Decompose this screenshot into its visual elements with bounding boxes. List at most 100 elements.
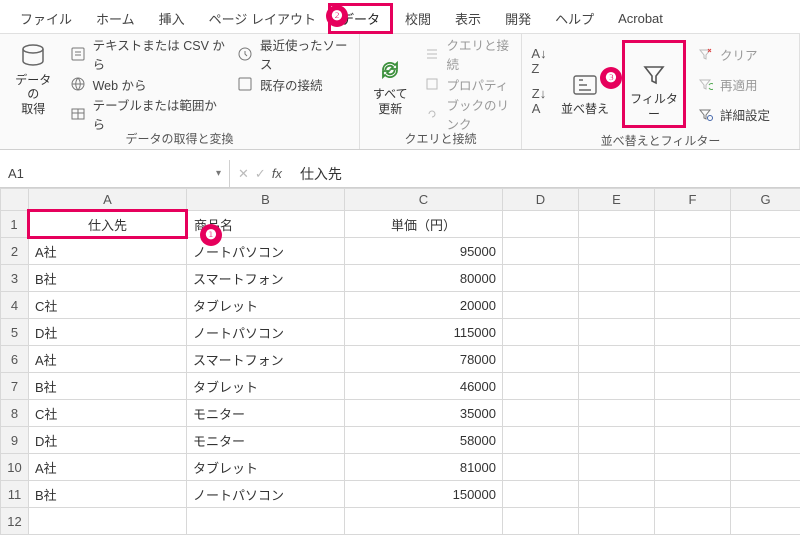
cell[interactable]: 単価（円）: [345, 211, 503, 238]
cell[interactable]: A社: [29, 238, 187, 265]
cell[interactable]: [579, 238, 655, 265]
tab-home[interactable]: ホーム: [84, 3, 147, 34]
cell[interactable]: [731, 238, 800, 265]
cell[interactable]: [503, 265, 579, 292]
cell[interactable]: [503, 481, 579, 508]
cell[interactable]: [579, 481, 655, 508]
cell[interactable]: D社: [29, 319, 187, 346]
reapply-button[interactable]: 再適用: [696, 72, 770, 96]
cell[interactable]: [731, 292, 800, 319]
tab-file[interactable]: ファイル: [8, 3, 84, 34]
sort-desc-button[interactable]: Z↓A: [530, 86, 548, 116]
get-data-button[interactable]: データの 取得: [8, 40, 59, 118]
row-header[interactable]: 2: [1, 238, 29, 265]
row-header[interactable]: 3: [1, 265, 29, 292]
cell[interactable]: 115000: [345, 319, 503, 346]
cell[interactable]: [503, 400, 579, 427]
cell[interactable]: モニター: [187, 427, 345, 454]
row-header[interactable]: 5: [1, 319, 29, 346]
row-header[interactable]: 12: [1, 508, 29, 535]
cell[interactable]: [731, 481, 800, 508]
cell[interactable]: A社: [29, 346, 187, 373]
cell[interactable]: [579, 508, 655, 535]
cell[interactable]: [579, 292, 655, 319]
row-header[interactable]: 10: [1, 454, 29, 481]
cell[interactable]: [731, 211, 800, 238]
col-header-G[interactable]: G: [731, 189, 800, 211]
properties-button[interactable]: プロパティ: [423, 72, 513, 96]
formula-input[interactable]: 仕入先: [290, 164, 800, 184]
fx-icon[interactable]: fx: [272, 166, 282, 181]
from-table-button[interactable]: テーブルまたは範囲から: [69, 102, 226, 126]
cell[interactable]: スマートフォン: [187, 346, 345, 373]
cell[interactable]: [655, 265, 731, 292]
row-header[interactable]: 11: [1, 481, 29, 508]
cell[interactable]: [503, 427, 579, 454]
cell[interactable]: [579, 454, 655, 481]
tab-view[interactable]: 表示: [443, 3, 493, 34]
cell[interactable]: [503, 211, 579, 238]
row-header[interactable]: 6: [1, 346, 29, 373]
col-header-D[interactable]: D: [503, 189, 579, 211]
cell[interactable]: [503, 319, 579, 346]
chevron-down-icon[interactable]: ▾: [216, 168, 221, 179]
cell[interactable]: [655, 373, 731, 400]
cell[interactable]: [655, 211, 731, 238]
from-web-button[interactable]: Web から: [69, 72, 226, 96]
cell[interactable]: 150000: [345, 481, 503, 508]
cell[interactable]: [731, 319, 800, 346]
cell[interactable]: D社: [29, 427, 187, 454]
col-header-C[interactable]: C: [345, 189, 503, 211]
cell[interactable]: タブレット: [187, 373, 345, 400]
cell[interactable]: 80000: [345, 265, 503, 292]
spreadsheet-grid[interactable]: A B C D E F G 1仕入先商品名単価（円）2A社ノートパソコン9500…: [0, 188, 800, 535]
refresh-all-button[interactable]: すべて 更新: [368, 40, 413, 118]
cell[interactable]: [655, 238, 731, 265]
cancel-icon[interactable]: ✕: [238, 166, 249, 182]
cell[interactable]: A社: [29, 454, 187, 481]
cell[interactable]: モニター: [187, 400, 345, 427]
select-all-corner[interactable]: [1, 189, 29, 211]
row-header[interactable]: 8: [1, 400, 29, 427]
cell[interactable]: [731, 508, 800, 535]
row-header[interactable]: 1: [1, 211, 29, 238]
existing-conn-button[interactable]: 既存の接続: [236, 72, 351, 96]
cell[interactable]: B社: [29, 373, 187, 400]
cell[interactable]: [187, 508, 345, 535]
cell[interactable]: [655, 292, 731, 319]
cell[interactable]: [503, 373, 579, 400]
sort-asc-button[interactable]: A↓Z: [530, 46, 548, 76]
queries-conn-button[interactable]: クエリと接続: [423, 42, 513, 66]
cell[interactable]: [731, 454, 800, 481]
tab-help[interactable]: ヘルプ: [543, 3, 606, 34]
cell[interactable]: [731, 400, 800, 427]
cell[interactable]: [655, 454, 731, 481]
cell[interactable]: [579, 346, 655, 373]
advanced-filter-button[interactable]: 詳細設定: [696, 102, 770, 126]
cell[interactable]: 95000: [345, 238, 503, 265]
confirm-icon[interactable]: ✓: [255, 166, 266, 182]
cell[interactable]: C社: [29, 400, 187, 427]
cell[interactable]: タブレット: [187, 454, 345, 481]
tab-developer[interactable]: 開発: [493, 3, 543, 34]
cell[interactable]: 58000: [345, 427, 503, 454]
cell[interactable]: ノートパソコン: [187, 319, 345, 346]
tab-pagelayout[interactable]: ページ レイアウト: [197, 3, 328, 34]
cell[interactable]: [579, 319, 655, 346]
cell[interactable]: [655, 319, 731, 346]
row-header[interactable]: 4: [1, 292, 29, 319]
from-csv-button[interactable]: テキストまたは CSV から: [69, 42, 226, 66]
tab-review[interactable]: 校閲: [393, 3, 443, 34]
cell[interactable]: [655, 481, 731, 508]
name-box[interactable]: A1 ▾: [0, 160, 230, 187]
cell[interactable]: [655, 508, 731, 535]
cell[interactable]: [731, 346, 800, 373]
cell[interactable]: 35000: [345, 400, 503, 427]
cell[interactable]: スマートフォン: [187, 265, 345, 292]
cell[interactable]: B社: [29, 265, 187, 292]
cell[interactable]: [579, 265, 655, 292]
cell[interactable]: ノートパソコン: [187, 481, 345, 508]
col-header-F[interactable]: F: [655, 189, 731, 211]
cell[interactable]: B社: [29, 481, 187, 508]
row-header[interactable]: 7: [1, 373, 29, 400]
